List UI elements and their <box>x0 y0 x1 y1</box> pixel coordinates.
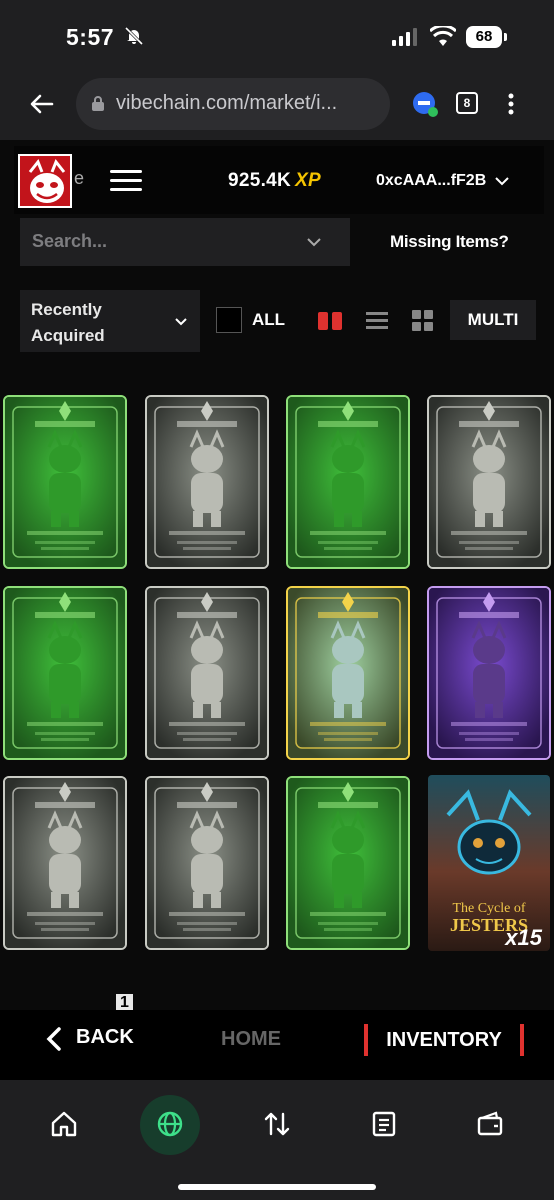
card-art <box>429 397 549 567</box>
inventory-card-silver[interactable] <box>145 395 269 569</box>
grid-view-icon[interactable] <box>412 310 434 332</box>
xp-value: 925.4K <box>228 170 292 191</box>
chevron-down-icon[interactable] <box>174 316 188 327</box>
url-text: vibechain.com/market/i... <box>116 92 338 114</box>
document-list-icon[interactable] <box>370 1110 398 1138</box>
inventory-card-silver[interactable] <box>145 776 269 950</box>
card-art <box>5 588 125 758</box>
xp-unit: XP <box>295 170 322 191</box>
card-art <box>147 397 267 567</box>
inventory-bracket-right <box>520 1024 524 1056</box>
status-time: 5:57 <box>66 24 115 50</box>
card-art <box>288 397 408 567</box>
select-all-checkbox[interactable] <box>216 307 242 333</box>
wifi-icon <box>430 26 456 46</box>
swap-arrows-icon[interactable] <box>263 1110 291 1138</box>
two-column-view-icon[interactable] <box>318 312 342 330</box>
card-art <box>5 778 125 948</box>
home-indicator <box>178 1184 376 1190</box>
card-pack-jesters[interactable]: The Cycle of JESTERS x15 <box>428 775 550 951</box>
chevron-left-icon[interactable] <box>44 1026 64 1052</box>
tab-count-button[interactable]: 8 <box>456 92 478 114</box>
card-art <box>288 778 408 948</box>
more-menu-icon[interactable] <box>508 93 514 115</box>
inventory-card-silver[interactable] <box>145 586 269 760</box>
chevron-down-icon[interactable] <box>494 175 510 187</box>
inventory-card-silver[interactable] <box>427 395 551 569</box>
card-art <box>147 588 267 758</box>
inventory-card-green[interactable] <box>3 586 127 760</box>
inventory-card-green[interactable] <box>286 776 410 950</box>
browser-bottom-nav <box>0 1080 554 1200</box>
list-view-icon[interactable] <box>366 312 388 330</box>
inventory-card-green[interactable] <box>3 395 127 569</box>
extension-icon[interactable] <box>412 91 438 117</box>
address-bar[interactable]: vibechain.com/market/i... <box>76 78 390 130</box>
bell-slash-icon <box>124 26 144 46</box>
signal-icon <box>392 28 417 46</box>
brand-text: e <box>74 168 85 188</box>
inventory-bracket-left <box>364 1024 368 1056</box>
sort-selected-value: Recently Acquired <box>31 300 105 345</box>
card-art <box>147 778 267 948</box>
card-art <box>288 588 408 758</box>
globe-icon[interactable] <box>156 1110 184 1138</box>
card-art <box>5 397 125 567</box>
wallet-icon[interactable] <box>476 1110 504 1138</box>
hamburger-menu-icon[interactable] <box>110 170 142 192</box>
xp-balance: 925.4K XP <box>228 170 321 192</box>
select-all-label[interactable]: ALL <box>252 310 285 330</box>
home-icon[interactable] <box>50 1110 78 1138</box>
home-button[interactable]: HOME <box>221 1028 281 1051</box>
brand-logo[interactable] <box>18 154 72 208</box>
inventory-card-purple[interactable] <box>427 586 551 760</box>
search-placeholder: Search... <box>32 231 108 251</box>
inventory-card-holo[interactable] <box>286 586 410 760</box>
lock-icon <box>92 96 104 111</box>
jester-cat-logo-icon <box>28 159 66 203</box>
sort-select[interactable]: Recently Acquired <box>20 290 200 352</box>
inventory-button[interactable]: INVENTORY <box>364 1024 524 1056</box>
back-button[interactable]: BACK <box>76 1026 134 1049</box>
battery-indicator: 68 <box>466 26 507 48</box>
search-input[interactable]: Search... <box>20 218 350 266</box>
pack-count: x15 <box>505 925 542 950</box>
inventory-card-green[interactable] <box>286 395 410 569</box>
card-art <box>429 588 549 758</box>
chevron-down-icon[interactable] <box>306 236 322 248</box>
inventory-label: INVENTORY <box>386 1029 502 1051</box>
back-arrow-icon[interactable] <box>28 90 56 118</box>
multi-select-button[interactable]: MULTI <box>450 300 536 340</box>
missing-items-link[interactable]: Missing Items? <box>390 232 509 252</box>
wallet-address[interactable]: 0xcAAA...fF2B <box>376 172 486 190</box>
inventory-card-silver[interactable] <box>3 776 127 950</box>
